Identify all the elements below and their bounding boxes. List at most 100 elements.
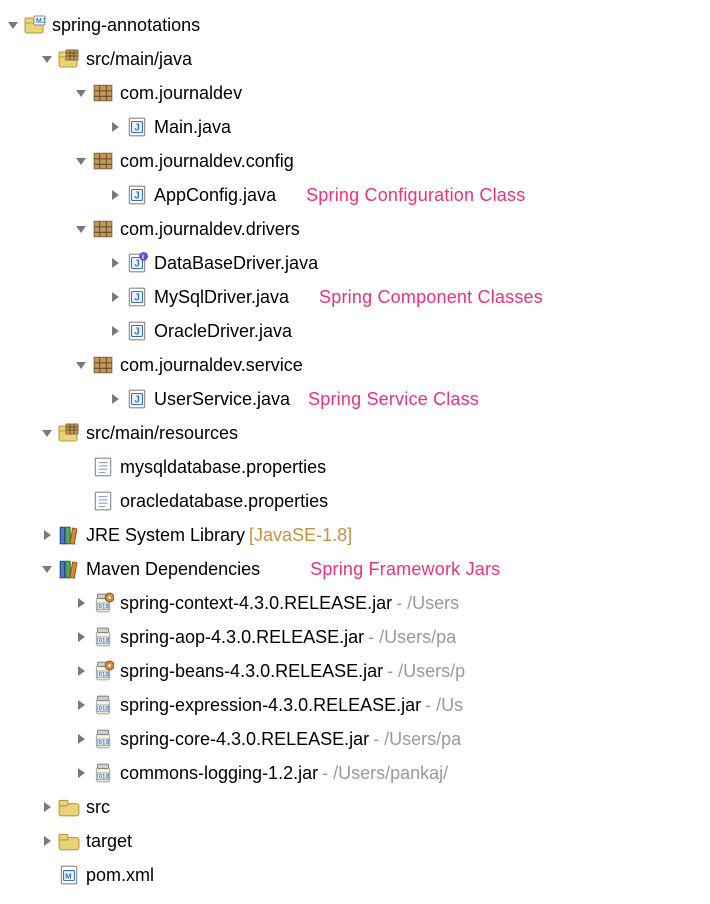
jar-icon <box>92 592 114 614</box>
package-label: com.journaldev <box>120 83 242 104</box>
expand-arrow-icon[interactable] <box>72 356 90 374</box>
source-folder-icon <box>58 422 80 444</box>
source-folder-icon <box>58 48 80 70</box>
collapse-arrow-icon[interactable] <box>38 832 56 850</box>
package-icon <box>92 82 114 104</box>
expand-arrow-icon[interactable] <box>38 50 56 68</box>
package-label: com.journaldev.service <box>120 355 303 376</box>
resources-label: src/main/resources <box>86 423 238 444</box>
java-interface-icon <box>126 252 148 274</box>
jar-name: spring-context-4.3.0.RELEASE.jar <box>120 593 392 614</box>
annotation-service: Spring Service Class <box>308 389 479 410</box>
tree-item-oracle-properties[interactable]: oracledatabase.properties <box>4 484 706 518</box>
jar-path: - /Us <box>425 695 463 716</box>
collapse-arrow-icon[interactable] <box>72 764 90 782</box>
collapse-arrow-icon[interactable] <box>72 696 90 714</box>
java-file-icon <box>126 388 148 410</box>
tree-item-package-journaldev[interactable]: com.journaldev <box>4 76 706 110</box>
jar-path: - /Users/p <box>387 661 465 682</box>
collapse-arrow-icon[interactable] <box>72 594 90 612</box>
annotation-component: Spring Component Classes <box>319 287 543 308</box>
jar-icon <box>92 728 114 750</box>
jar-path: - /Users/pa <box>368 627 456 648</box>
tree-item-user-service[interactable]: UserService.java Spring Service Class <box>4 382 706 416</box>
expand-arrow-icon[interactable] <box>38 560 56 578</box>
jar-name: spring-aop-4.3.0.RELEASE.jar <box>120 627 364 648</box>
tree-item-package-config[interactable]: com.journaldev.config <box>4 144 706 178</box>
expand-arrow-icon[interactable] <box>72 220 90 238</box>
tree-item-main-java[interactable]: Main.java <box>4 110 706 144</box>
project-name: spring-annotations <box>52 15 200 36</box>
expand-arrow-icon[interactable] <box>38 424 56 442</box>
maven-pom-icon <box>58 864 80 886</box>
jar-path: - /Users/pankaj/ <box>322 763 448 784</box>
tree-item-jar[interactable]: spring-context-4.3.0.RELEASE.jar - /User… <box>4 586 706 620</box>
src-main-java-label: src/main/java <box>86 49 192 70</box>
tree-item-project[interactable]: spring-annotations <box>4 8 706 42</box>
jar-icon <box>92 694 114 716</box>
java-file-icon <box>126 184 148 206</box>
maven-project-icon <box>24 14 46 36</box>
text-file-icon <box>92 490 114 512</box>
tree-item-oracle-driver[interactable]: OracleDriver.java <box>4 314 706 348</box>
collapse-arrow-icon[interactable] <box>106 254 124 272</box>
jre-version: [JavaSE-1.8] <box>249 525 352 546</box>
collapse-arrow-icon[interactable] <box>72 662 90 680</box>
tree-item-appconfig[interactable]: AppConfig.java Spring Configuration Clas… <box>4 178 706 212</box>
java-file-icon <box>126 286 148 308</box>
maven-label: Maven Dependencies <box>86 559 260 580</box>
oracle-driver-label: OracleDriver.java <box>154 321 292 342</box>
tree-item-jar[interactable]: spring-core-4.3.0.RELEASE.jar - /Users/p… <box>4 722 706 756</box>
tree-item-jar[interactable]: spring-expression-4.3.0.RELEASE.jar - /U… <box>4 688 706 722</box>
collapse-arrow-icon[interactable] <box>72 628 90 646</box>
tree-item-mysql-driver[interactable]: MySqlDriver.java Spring Component Classe… <box>4 280 706 314</box>
expand-arrow-icon[interactable] <box>4 16 22 34</box>
expand-arrow-icon[interactable] <box>72 84 90 102</box>
tree-item-target-folder[interactable]: target <box>4 824 706 858</box>
annotation-maven: Spring Framework Jars <box>310 559 500 580</box>
main-java-label: Main.java <box>154 117 231 138</box>
collapse-arrow-icon[interactable] <box>106 186 124 204</box>
package-label: com.journaldev.drivers <box>120 219 300 240</box>
tree-item-jar[interactable]: spring-aop-4.3.0.RELEASE.jar - /Users/pa <box>4 620 706 654</box>
jar-name: spring-core-4.3.0.RELEASE.jar <box>120 729 369 750</box>
collapse-arrow-icon[interactable] <box>106 118 124 136</box>
tree-item-mysql-properties[interactable]: mysqldatabase.properties <box>4 450 706 484</box>
package-icon <box>92 218 114 240</box>
folder-icon <box>58 830 80 852</box>
target-folder-label: target <box>86 831 132 852</box>
appconfig-label: AppConfig.java <box>154 185 276 206</box>
expand-arrow-icon[interactable] <box>72 152 90 170</box>
pom-label: pom.xml <box>86 865 154 886</box>
collapse-arrow-icon[interactable] <box>72 730 90 748</box>
jar-name: spring-expression-4.3.0.RELEASE.jar <box>120 695 421 716</box>
tree-item-package-drivers[interactable]: com.journaldev.drivers <box>4 212 706 246</box>
tree-item-pom[interactable]: pom.xml <box>4 858 706 892</box>
jar-path: - /Users/pa <box>373 729 461 750</box>
tree-item-jar[interactable]: spring-beans-4.3.0.RELEASE.jar - /Users/… <box>4 654 706 688</box>
tree-item-database-driver[interactable]: DataBaseDriver.java <box>4 246 706 280</box>
mysql-props-label: mysqldatabase.properties <box>120 457 326 478</box>
jar-path: - /Users <box>396 593 459 614</box>
collapse-arrow-icon[interactable] <box>106 288 124 306</box>
jar-icon <box>92 626 114 648</box>
collapse-arrow-icon[interactable] <box>106 390 124 408</box>
tree-item-jar[interactable]: commons-logging-1.2.jar - /Users/pankaj/ <box>4 756 706 790</box>
user-service-label: UserService.java <box>154 389 290 410</box>
collapse-arrow-icon[interactable] <box>38 526 56 544</box>
tree-item-maven-deps[interactable]: Maven Dependencies Spring Framework Jars <box>4 552 706 586</box>
collapse-arrow-icon[interactable] <box>106 322 124 340</box>
library-icon <box>58 524 80 546</box>
jar-icon <box>92 762 114 784</box>
java-file-icon <box>126 320 148 342</box>
jre-label: JRE System Library <box>86 525 245 546</box>
tree-item-package-service[interactable]: com.journaldev.service <box>4 348 706 382</box>
tree-item-src-folder[interactable]: src <box>4 790 706 824</box>
package-label: com.journaldev.config <box>120 151 294 172</box>
tree-item-src-main-resources[interactable]: src/main/resources <box>4 416 706 450</box>
jar-name: spring-beans-4.3.0.RELEASE.jar <box>120 661 383 682</box>
collapse-arrow-icon[interactable] <box>38 798 56 816</box>
java-file-icon <box>126 116 148 138</box>
tree-item-src-main-java[interactable]: src/main/java <box>4 42 706 76</box>
tree-item-jre-library[interactable]: JRE System Library [JavaSE-1.8] <box>4 518 706 552</box>
